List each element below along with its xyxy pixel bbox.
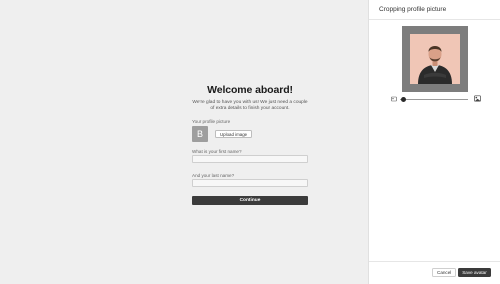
continue-button[interactable]: Continue bbox=[192, 196, 308, 205]
zoom-slider-thumb[interactable] bbox=[400, 96, 406, 102]
zoom-in-icon[interactable] bbox=[474, 95, 481, 102]
crop-area[interactable] bbox=[402, 26, 468, 92]
page-title: Welcome aboard! bbox=[207, 84, 293, 96]
upload-image-button[interactable]: Upload image bbox=[215, 130, 253, 138]
panel-footer-divider bbox=[369, 261, 500, 262]
first-name-field[interactable] bbox=[192, 155, 308, 163]
profile-picture-label: Your profile picture bbox=[192, 119, 231, 124]
last-name-label: And your last name? bbox=[192, 173, 235, 178]
panel-title: Cropping profile picture bbox=[379, 6, 447, 13]
last-name-field[interactable] bbox=[192, 179, 308, 187]
avatar-row: B Upload image bbox=[192, 126, 253, 142]
panel-header-divider bbox=[369, 19, 500, 20]
cropped-photo[interactable] bbox=[410, 34, 460, 84]
person-photo-icon bbox=[410, 34, 460, 84]
page-subtitle: We're glad to have you with us! We just … bbox=[192, 100, 308, 112]
onboarding-form: Welcome aboard! We're glad to have you w… bbox=[192, 84, 308, 205]
avatar: B bbox=[192, 126, 208, 142]
zoom-control bbox=[391, 95, 481, 103]
modal-backdrop bbox=[0, 0, 368, 284]
zoom-slider-track[interactable] bbox=[400, 98, 468, 100]
save-avatar-button[interactable]: Save avatar bbox=[458, 268, 491, 277]
crop-side-panel: Cropping profile picture Cancel Save ava… bbox=[368, 0, 500, 284]
cancel-button[interactable]: Cancel bbox=[432, 268, 457, 277]
zoom-out-icon[interactable] bbox=[391, 96, 397, 102]
first-name-label: What is your first name? bbox=[192, 149, 242, 154]
